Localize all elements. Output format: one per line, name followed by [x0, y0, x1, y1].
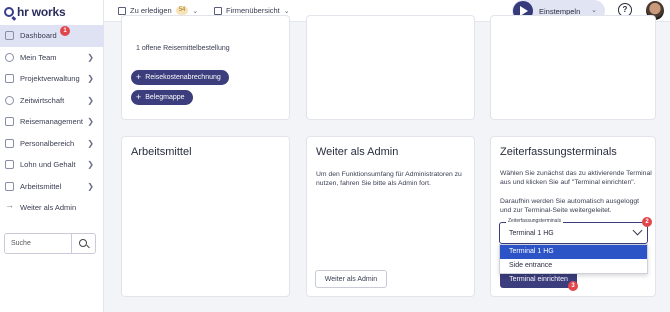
payslip-icon: [5, 160, 14, 170]
sidebar-item-label: Lohn und Gehalt: [20, 160, 76, 170]
terminal-description: Wählen Sie zunächst das zu aktivierende …: [500, 170, 652, 187]
sidebar-item-arbeitsmittel[interactable]: Arbeitsmittel ❯: [0, 176, 104, 198]
chevron-right-icon: ❯: [87, 138, 94, 148]
sidebar-item-reisemanagement[interactable]: Reisemanagement ❯: [0, 111, 104, 133]
todo-dropdown[interactable]: Zu erledigen 54 ⌄: [118, 6, 198, 15]
sidebar-item-label: Projektverwaltung: [20, 74, 80, 84]
clock-icon: [5, 95, 14, 105]
button-label: Belegmappe: [145, 94, 185, 101]
chevron-down-icon[interactable]: ⌄: [591, 6, 597, 14]
suitcase-icon: [5, 117, 14, 127]
sidebar: hr works Dashboard 1 Mein Team ❯ Projekt…: [0, 0, 104, 312]
chevron-down-icon: ⌄: [192, 7, 199, 15]
admin-description: Um den Funktionsumfang für Administrator…: [316, 171, 462, 188]
dashboard-icon: [5, 31, 14, 41]
sidebar-item-mein-team[interactable]: Mein Team ❯: [0, 47, 104, 69]
person-card-icon: [5, 138, 14, 148]
terminal-select[interactable]: Zeiterfassungsterminals Terminal 1 HG: [499, 218, 648, 244]
company-overview-label: Firmenübersicht: [226, 6, 280, 15]
sidebar-nav: Dashboard 1 Mein Team ❯ Projektverwaltun…: [0, 25, 104, 219]
tools-icon: [5, 181, 14, 191]
notification-badge: 1: [60, 26, 70, 36]
sidebar-item-projektverwaltung[interactable]: Projektverwaltung ❯: [0, 68, 104, 90]
chevron-right-icon: ❯: [87, 117, 94, 126]
todo-count-badge: 54: [175, 6, 189, 15]
search-icon[interactable]: [71, 234, 95, 253]
terminal-dropdown-list: Terminal 1 HG Side entrance: [499, 244, 648, 274]
sidebar-item-label: Reisemanagement: [20, 117, 83, 127]
company-overview-dropdown[interactable]: Firmenübersicht ⌄: [214, 6, 290, 15]
card-title: Zeiterfassungsterminals: [500, 146, 617, 158]
chevron-down-icon: [632, 225, 643, 236]
arrow-right-icon: [5, 200, 14, 212]
dropdown-option-side-entrance[interactable]: Side entrance: [500, 259, 647, 273]
pending-travel-order-text: 1 offene Reisemittelbestellung: [136, 45, 230, 52]
top-right-card: [490, 15, 656, 120]
top-middle-card: [306, 15, 475, 120]
select-value: Terminal 1 HG: [509, 230, 554, 237]
team-icon: [5, 52, 14, 62]
sidebar-item-label: Dashboard: [20, 31, 57, 41]
checklist-icon: [118, 6, 126, 15]
sidebar-item-weiter-als-admin[interactable]: Weiter als Admin: [0, 197, 104, 219]
reisekostenabrechnung-button[interactable]: + Reisekostenabrechnung: [131, 70, 229, 85]
dropdown-option-terminal-1-hg[interactable]: Terminal 1 HG: [500, 245, 647, 259]
sidebar-item-zeitwirtschaft[interactable]: Zeitwirtschaft ❯: [0, 90, 104, 112]
chevron-right-icon: ❯: [87, 160, 94, 169]
brand-name: hr works: [17, 5, 66, 19]
logo-icon: [4, 7, 14, 17]
brand-logo[interactable]: hr works: [4, 5, 66, 19]
sidebar-item-lohn-und-gehalt[interactable]: Lohn und Gehalt ❯: [0, 154, 104, 176]
sidebar-item-dashboard[interactable]: Dashboard 1: [0, 25, 104, 47]
sidebar-item-label: Arbeitsmittel: [20, 181, 62, 191]
search-input[interactable]: Suche: [4, 233, 96, 254]
continue-as-admin-button[interactable]: Weiter als Admin: [315, 270, 387, 288]
sidebar-item-label: Mein Team: [20, 52, 57, 62]
chevron-right-icon: ❯: [87, 95, 94, 105]
sidebar-item-label: Zeitwirtschaft: [20, 95, 65, 105]
folder-icon: [5, 74, 14, 84]
step-badge-2: 2: [642, 217, 652, 227]
sidebar-item-label: Weiter als Admin: [20, 203, 77, 213]
select-label: Zeiterfassungsterminals: [506, 218, 564, 224]
arbeitsmittel-card: Arbeitsmittel: [121, 136, 290, 297]
button-label: Reisekostenabrechnung: [145, 74, 221, 81]
terminal-redirect-note: Daraufhin werden Sie automatisch ausgelo…: [500, 198, 640, 215]
chevron-right-icon: ❯: [87, 52, 94, 62]
belegmappe-button[interactable]: + Belegmappe: [131, 90, 193, 105]
todo-label: Zu erledigen: [130, 6, 172, 15]
chevron-right-icon: ❯: [87, 181, 94, 191]
chevron-right-icon: ❯: [87, 74, 94, 83]
step-badge-3: 3: [568, 281, 578, 291]
building-icon: [214, 6, 222, 15]
plus-icon: +: [136, 92, 142, 102]
card-title: Arbeitsmittel: [131, 146, 192, 158]
sidebar-item-personalbereich[interactable]: Personalbereich ❯: [0, 133, 104, 155]
plus-icon: +: [136, 72, 142, 82]
card-title: Weiter als Admin: [316, 146, 399, 158]
chevron-down-icon: ⌄: [283, 7, 290, 15]
search-placeholder: Suche: [11, 240, 31, 247]
sidebar-item-label: Personalbereich: [20, 138, 75, 148]
